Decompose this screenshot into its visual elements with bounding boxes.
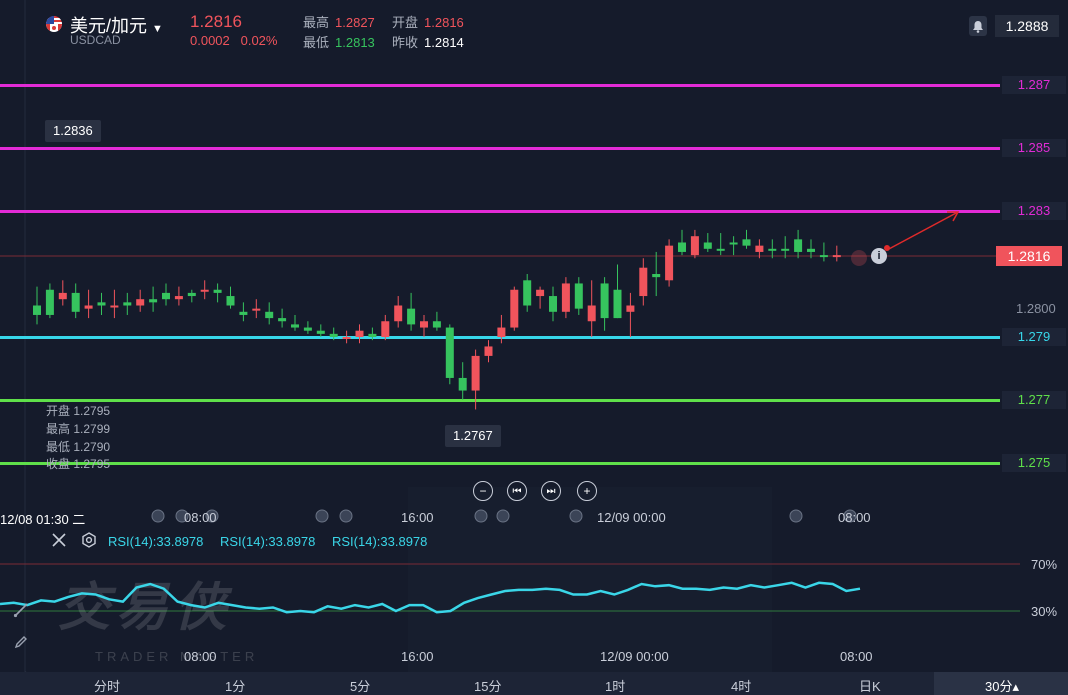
forecast-arrow — [851, 211, 960, 266]
ohlc-close: 收盘 1.2795 — [46, 457, 111, 471]
candle — [278, 308, 287, 328]
pencil-icon[interactable] — [8, 630, 34, 654]
candle — [432, 311, 441, 331]
timeframe-bar — [0, 672, 1068, 695]
candle — [471, 349, 480, 410]
ohlc-high: 最高 1.2799 — [46, 422, 111, 436]
time-label: 16:00 — [401, 649, 434, 664]
top-right-price: 1.2888 — [995, 15, 1059, 37]
zoom-in-button[interactable]: + — [577, 481, 597, 501]
candle — [291, 314, 299, 331]
candle — [458, 362, 467, 400]
level-label: 1.275 — [1002, 454, 1066, 472]
candle — [329, 327, 338, 341]
timeframe-tab[interactable]: 1时 — [605, 676, 625, 695]
candle — [342, 330, 351, 344]
timeframe-tab[interactable]: 15分 — [474, 676, 501, 695]
candle — [381, 314, 390, 341]
candle — [239, 302, 248, 322]
scroll-forward-button[interactable]: ⏭ — [541, 481, 561, 501]
timeframe-tab[interactable]: 分时 — [94, 676, 120, 695]
time-label: 12/09 00:00 — [597, 510, 666, 525]
low-tooltip: 1.2767 — [445, 425, 501, 447]
level-label: 1.283 — [1002, 202, 1066, 220]
timeframe-tab[interactable]: 4时 — [731, 676, 751, 695]
candle — [420, 314, 428, 337]
candle — [394, 296, 403, 328]
level-label: 1.287 — [1002, 76, 1066, 94]
candle — [265, 302, 274, 325]
candle — [368, 327, 377, 341]
zoom-out-button[interactable]: − — [473, 481, 493, 501]
time-label: 08:00 — [840, 649, 873, 664]
time-label: 16:00 — [401, 510, 434, 525]
time-label: 08:00 — [184, 510, 217, 525]
candle — [484, 340, 493, 363]
candle — [316, 324, 325, 337]
candle — [252, 299, 261, 319]
rsi-level-30: 30% — [1031, 604, 1058, 619]
timeframe-tab[interactable]: 1分 — [225, 676, 245, 695]
current-price-tag: 1.2816 — [996, 246, 1062, 266]
level-label: 1.277 — [1002, 391, 1066, 409]
timeframe-tab[interactable]: 日K — [859, 676, 881, 695]
scroll-back-button[interactable]: ⏮ — [507, 481, 527, 501]
high-tooltip: 1.2836 — [45, 120, 101, 142]
time-label: 12/09 00:00 — [600, 649, 669, 664]
candle — [445, 324, 454, 385]
time-label: 08:00 — [838, 510, 871, 525]
rsi-line — [0, 581, 861, 614]
price-tick: 1.2800 — [1016, 301, 1056, 316]
candle — [355, 324, 364, 344]
info-icon[interactable]: i — [871, 248, 887, 264]
candle — [303, 321, 312, 334]
time-label: 08:00 — [184, 649, 217, 664]
draw-line-tool-icon[interactable] — [8, 598, 34, 622]
candle — [497, 314, 506, 344]
timeframe-tab[interactable]: 30分▴ — [985, 676, 1019, 695]
timeframe-tab[interactable]: 5分 — [350, 676, 370, 695]
cursor-time: 12/08 01:30 二 — [0, 512, 86, 527]
level-label: 1.279 — [1002, 328, 1066, 346]
ohlc-low: 最低 1.2790 — [46, 440, 111, 454]
rsi-level-70: 70% — [1031, 557, 1058, 572]
ohlc-open: 开盘 1.2795 — [46, 404, 111, 418]
level-label: 1.285 — [1002, 139, 1066, 157]
